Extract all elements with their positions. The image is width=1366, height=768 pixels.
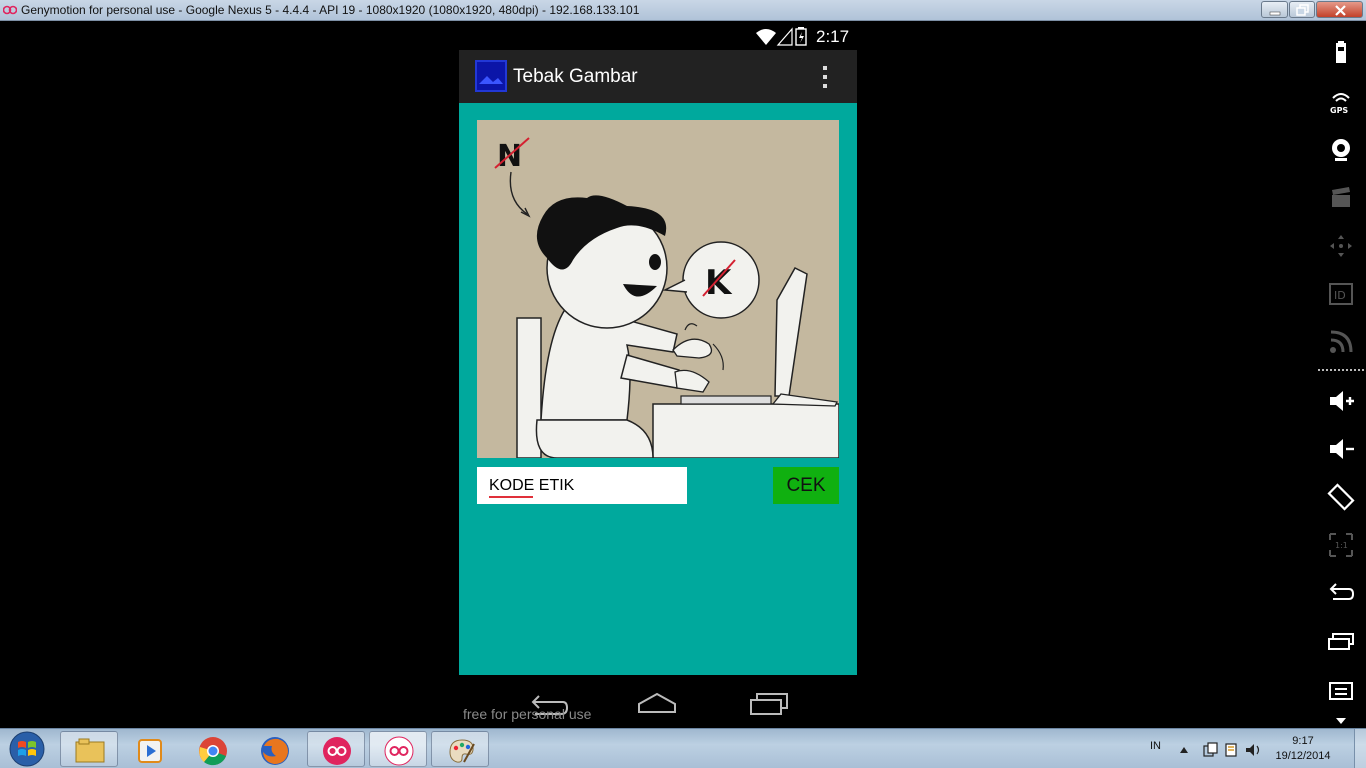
maximize-button[interactable]	[1289, 1, 1315, 18]
rotate-icon	[1327, 483, 1355, 511]
network-tool[interactable]	[1327, 328, 1355, 356]
dpad-icon	[1330, 235, 1352, 257]
language-indicator[interactable]: IN	[1150, 740, 1161, 752]
id-icon: ID	[1329, 283, 1353, 305]
back-icon	[1329, 583, 1355, 600]
spellcheck-underline	[489, 495, 533, 498]
scroll-down-icon[interactable]	[1336, 717, 1346, 725]
paint-palette-icon	[449, 739, 475, 763]
close-button[interactable]	[1316, 1, 1363, 18]
minimize-button[interactable]	[1261, 1, 1288, 18]
image-icon	[479, 76, 503, 84]
close-icon	[1335, 5, 1346, 16]
taskbar-clock[interactable]: 9:17 19/12/2014	[1270, 734, 1336, 764]
volume-up-icon	[1330, 391, 1354, 411]
genymotion-toolbar: GPS ID 1:1	[1316, 21, 1366, 728]
svg-text:N: N	[497, 139, 522, 174]
volume-icon	[1246, 744, 1260, 756]
puzzle-picture: N K	[477, 120, 839, 458]
signal-icon	[776, 27, 793, 46]
genymotion-icon	[323, 737, 351, 765]
recents-tool[interactable]	[1327, 627, 1355, 655]
pixel-perfect-tool[interactable]: 1:1	[1327, 531, 1355, 559]
wifi-icon	[756, 29, 776, 45]
webcam-icon	[1332, 139, 1350, 161]
webcam-tool[interactable]	[1327, 136, 1355, 164]
firefox-icon	[261, 737, 289, 765]
desktop: Genymotion for personal use - Google Nex…	[0, 0, 1366, 768]
taskbar-genymotion-1[interactable]	[307, 731, 365, 767]
capture-tool[interactable]	[1327, 184, 1355, 212]
recents-icon[interactable]	[749, 690, 791, 716]
windows-taskbar: IN 9:17 19/12/2014	[0, 728, 1366, 768]
genymotion-logo-icon	[3, 5, 17, 15]
answer-input-value: KODE ETIK	[489, 477, 575, 494]
show-desktop-button[interactable]	[1354, 729, 1366, 768]
overflow-menu-icon[interactable]	[820, 65, 830, 89]
gps-tool[interactable]: GPS	[1327, 88, 1355, 116]
flag-icon	[1225, 743, 1237, 757]
gps-icon: GPS	[1330, 93, 1350, 115]
battery-icon	[1336, 41, 1346, 63]
taskbar-media-player[interactable]	[121, 731, 179, 767]
chrome-icon	[199, 737, 227, 766]
remote-control-tool[interactable]	[1327, 232, 1355, 260]
system-tray	[1180, 742, 1260, 757]
scale-1-1-icon: 1:1	[1329, 533, 1353, 557]
volume-up-tool[interactable]	[1327, 387, 1355, 415]
home-icon[interactable]	[637, 690, 679, 716]
volume-down-tool[interactable]	[1327, 435, 1355, 463]
taskbar-explorer[interactable]	[60, 731, 118, 767]
answer-input[interactable]: KODE ETIK	[477, 467, 687, 504]
action-bar: Tebak Gambar	[459, 50, 857, 103]
rss-icon	[1330, 330, 1353, 353]
start-button-icon[interactable]	[5, 731, 49, 767]
person-typing-illustration: N K	[494, 137, 839, 458]
back-tool[interactable]	[1327, 579, 1355, 607]
media-player-icon	[138, 739, 162, 763]
taskbar-chrome[interactable]	[183, 731, 241, 767]
menu-tool[interactable]	[1327, 675, 1355, 703]
clock-time: 9:17	[1292, 735, 1314, 747]
show-hidden-icons-icon	[1180, 747, 1188, 753]
clapperboard-icon	[1332, 187, 1350, 207]
rotate-tool[interactable]	[1327, 483, 1355, 511]
svg-text:1:1: 1:1	[1335, 541, 1348, 550]
minimize-icon	[1269, 11, 1281, 16]
taskbar-genymotion-2[interactable]	[369, 731, 427, 767]
svg-text:GPS: GPS	[1330, 106, 1348, 115]
restore-icon	[1296, 4, 1309, 16]
app-title: Tebak Gambar	[513, 66, 638, 87]
volume-down-icon	[1330, 439, 1354, 459]
device-id-tool[interactable]: ID	[1327, 280, 1355, 308]
check-button[interactable]: CEK	[773, 467, 839, 504]
taskbar-paint[interactable]	[431, 731, 489, 767]
status-icons	[756, 27, 807, 46]
toolbar-divider	[1318, 369, 1364, 371]
watermark-text: free for personal use	[463, 706, 592, 722]
network-status-icon	[1203, 742, 1218, 757]
battery-tool[interactable]	[1327, 39, 1355, 67]
battery-icon	[795, 27, 807, 46]
svg-text:ID: ID	[1334, 289, 1346, 302]
window-title-bar: Genymotion for personal use - Google Nex…	[0, 0, 1366, 21]
app-icon	[475, 60, 507, 92]
clock-date: 19/12/2014	[1275, 750, 1331, 762]
status-clock: 2:17	[816, 27, 850, 46]
game-content: N K KODE ETIK CEK	[459, 103, 857, 675]
folder-icon	[75, 738, 105, 763]
recents-icon	[1328, 633, 1354, 650]
window-title: Genymotion for personal use - Google Nex…	[21, 3, 640, 17]
genymotion-icon	[384, 736, 414, 766]
svg-text:K: K	[705, 263, 733, 303]
android-status-bar: 2:17	[459, 24, 857, 50]
taskbar-firefox[interactable]	[245, 731, 303, 767]
menu-icon	[1329, 682, 1353, 700]
